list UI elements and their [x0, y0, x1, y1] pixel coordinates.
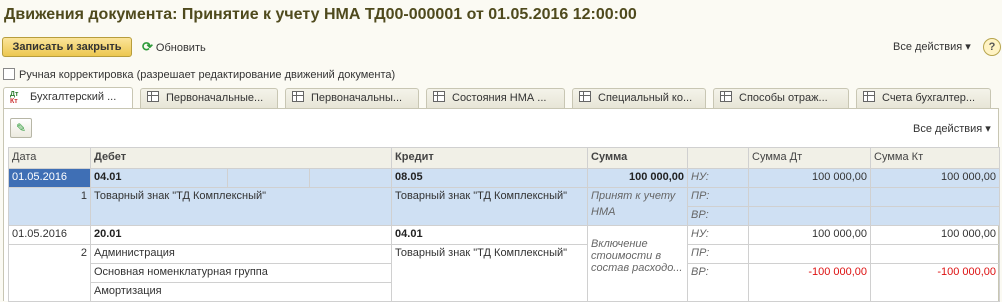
- table-icon: [292, 91, 304, 102]
- header-spacer: [687, 147, 750, 169]
- refresh-button[interactable]: ⟳ Обновить: [142, 38, 206, 56]
- dropdown-arrow-icon: ▾: [965, 41, 971, 53]
- debit-subconto[interactable]: Администрация: [89, 244, 393, 264]
- table-header: Дата Дебет Кредит Сумма Сумма Дт Сумма К…: [8, 147, 1001, 169]
- tab-special[interactable]: Специальный ко...: [572, 88, 706, 108]
- entries-table: Дата Дебет Кредит Сумма Сумма Дт Сумма К…: [8, 147, 1001, 302]
- pr-sum-dt[interactable]: [748, 244, 872, 264]
- tab-nma-states[interactable]: Состояния НМА ...: [426, 88, 565, 108]
- vr-sum-kt[interactable]: [870, 206, 1001, 226]
- credit-account[interactable]: 04.01: [391, 225, 589, 245]
- row-date[interactable]: 01.05.2016: [8, 168, 91, 188]
- table-row[interactable]: 01.05.2016 04.01 08.05 100 000,00 НУ: 10…: [8, 168, 1001, 188]
- dropdown-arrow-icon: ▾: [985, 123, 991, 135]
- tab-label: Бухгалтерский ...: [30, 91, 117, 103]
- header-debit[interactable]: Дебет: [89, 147, 393, 169]
- debit-subconto[interactable]: Основная номенклатурная группа: [89, 263, 393, 283]
- table-icon: [579, 91, 591, 102]
- vr-label: ВР:: [687, 263, 750, 302]
- debit-cell[interactable]: [308, 168, 393, 188]
- debit-subconto[interactable]: Амортизация: [89, 282, 393, 302]
- tab-accounts[interactable]: Счета бухгалтер...: [856, 88, 991, 108]
- table-icon: [147, 91, 159, 102]
- pr-label: ПР:: [687, 187, 750, 207]
- row-number: 2: [8, 244, 91, 302]
- debit-cell[interactable]: [227, 168, 310, 188]
- help-button[interactable]: ?: [983, 38, 1001, 56]
- vr-label: ВР:: [687, 206, 750, 226]
- tab-label: Первоначальные...: [166, 92, 264, 104]
- all-actions-menu[interactable]: Все действия ▾: [893, 38, 971, 56]
- all-actions-label: Все действия: [913, 123, 983, 135]
- vr-sum-dt[interactable]: [748, 206, 872, 226]
- window-title: Движения документа: Принятие к учету НМА…: [4, 6, 637, 23]
- entry-sum[interactable]: 100 000,00: [587, 168, 689, 188]
- pr-sum-dt[interactable]: [748, 187, 872, 207]
- checkbox-icon[interactable]: [3, 68, 15, 80]
- vr-sum-kt[interactable]: -100 000,00: [870, 263, 1001, 302]
- header-sum-dt[interactable]: Сумма Дт: [748, 147, 872, 169]
- tab-label: Способы отраж...: [739, 92, 828, 104]
- header-sum[interactable]: Сумма: [587, 147, 689, 169]
- credit-account[interactable]: 08.05: [391, 168, 589, 188]
- tab-accounting-register[interactable]: Дт Кт Бухгалтерский ...: [3, 87, 133, 109]
- dt-kt-icon: Дт Кт: [10, 91, 19, 105]
- edit-button[interactable]: ✎: [10, 118, 32, 138]
- debit-account[interactable]: 04.01: [90, 168, 228, 188]
- vr-sum-dt[interactable]: -100 000,00: [748, 263, 872, 302]
- manual-correction-label: Ручная корректировка (разрешает редактир…: [19, 69, 396, 81]
- row-number: 1: [8, 187, 91, 226]
- credit-subconto[interactable]: Товарный знак "ТД Комплексный": [391, 187, 589, 226]
- table-icon: [863, 91, 875, 102]
- table-row[interactable]: 01.05.2016 20.01 04.01 Включение стоимос…: [8, 225, 1001, 302]
- refresh-icon: ⟳: [142, 39, 153, 54]
- debit-subconto[interactable]: Товарный знак "ТД Комплексный": [89, 187, 393, 226]
- debit-account[interactable]: 20.01: [89, 225, 393, 245]
- tab-initial-2[interactable]: Первоначальны...: [285, 88, 419, 108]
- tab-reflection-methods[interactable]: Способы отраж...: [713, 88, 849, 108]
- tab-label: Счета бухгалтер...: [882, 92, 976, 104]
- row-date[interactable]: 01.05.2016: [8, 225, 91, 245]
- nu-label: НУ:: [687, 225, 750, 245]
- manual-correction-checkbox[interactable]: Ручная корректировка (разрешает редактир…: [3, 68, 396, 81]
- nu-label: НУ:: [687, 168, 750, 188]
- refresh-label: Обновить: [155, 42, 206, 54]
- header-date[interactable]: Дата: [8, 147, 91, 169]
- panel-all-actions-menu[interactable]: Все действия ▾: [913, 120, 991, 138]
- nu-sum-dt[interactable]: 100 000,00: [748, 225, 872, 245]
- table-row[interactable]: 2 Администрация Товарный знак "ТД Компле…: [8, 244, 1001, 302]
- tab-label: Специальный ко...: [598, 92, 693, 104]
- table-icon: [720, 91, 732, 102]
- pencil-icon: ✎: [15, 121, 27, 135]
- pr-sum-kt[interactable]: [870, 187, 1001, 207]
- nu-sum-kt[interactable]: 100 000,00: [870, 225, 1001, 245]
- tab-label: Первоначальны...: [311, 92, 403, 104]
- tab-label: Состояния НМА ...: [452, 92, 547, 104]
- entry-content[interactable]: Принят к учету НМА: [587, 187, 689, 226]
- pr-sum-kt[interactable]: [870, 244, 1001, 264]
- entry-content[interactable]: Включение стоимости в состав расходо...: [587, 225, 689, 302]
- tab-initial-1[interactable]: Первоначальные...: [140, 88, 278, 108]
- header-credit[interactable]: Кредит: [391, 147, 589, 169]
- save-and-close-button[interactable]: Записать и закрыть: [2, 37, 132, 57]
- all-actions-label: Все действия: [893, 41, 963, 53]
- table-icon: [433, 91, 445, 102]
- header-sum-kt[interactable]: Сумма Кт: [870, 147, 1001, 169]
- tab-bar: Дт Кт Бухгалтерский ... Первоначальные... …: [0, 87, 1002, 109]
- nu-sum-kt[interactable]: 100 000,00: [870, 168, 1001, 188]
- pr-label: ПР:: [687, 244, 750, 264]
- table-row[interactable]: 1 Товарный знак "ТД Комплексный" Товарны…: [8, 187, 1001, 226]
- nu-sum-dt[interactable]: 100 000,00: [748, 168, 872, 188]
- credit-subconto[interactable]: Товарный знак "ТД Комплексный": [391, 244, 589, 302]
